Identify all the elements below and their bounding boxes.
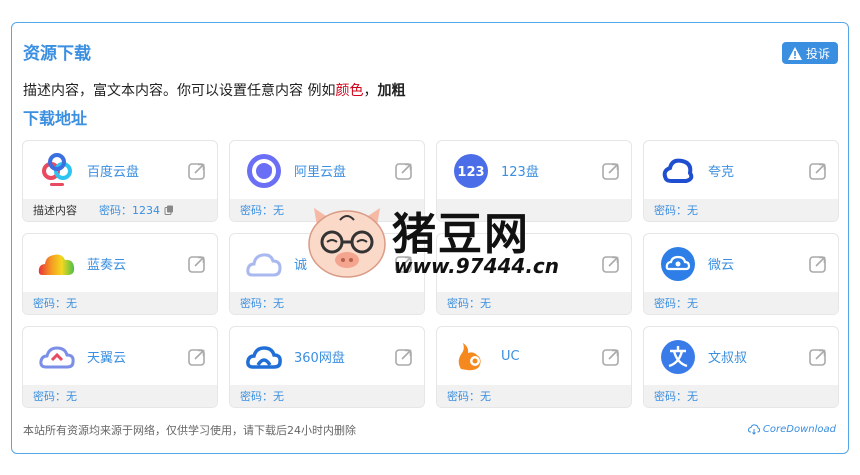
resource-download-panel: 资源下载 投诉 描述内容，富文本内容。你可以设置任意内容 例如颜色，加粗 下载地… bbox=[11, 22, 849, 454]
panel-title: 资源下载 bbox=[23, 44, 91, 64]
download-card-uc[interactable]: UC 密码：无 bbox=[436, 326, 632, 408]
card-name: 360网盘 bbox=[294, 351, 345, 366]
card-password: 密码：无 bbox=[240, 297, 284, 310]
baidu-netdisk-icon bbox=[37, 151, 77, 191]
report-button[interactable]: 投诉 bbox=[781, 42, 838, 64]
aliyun-drive-icon bbox=[244, 151, 284, 191]
download-card-123pan[interactable]: 123 123盘 bbox=[436, 140, 632, 222]
report-label: 投诉 bbox=[805, 46, 830, 61]
card-password: 密码：无 bbox=[654, 204, 698, 217]
copy-icon[interactable] bbox=[164, 205, 174, 215]
download-card-aliyun[interactable]: 阿里云盘 密码：无 bbox=[229, 140, 425, 222]
desc-prefix: 描述内容，富文本内容。你可以设置任意内容 例如 bbox=[23, 83, 336, 99]
card-name: 123盘 bbox=[501, 165, 539, 180]
uc-icon bbox=[451, 337, 491, 377]
card-password: 密码：无 bbox=[33, 390, 77, 403]
brand-label: CoreDownload bbox=[747, 424, 836, 435]
tianyi-cloud-icon bbox=[37, 337, 77, 377]
download-grid: 百度云盘 描述内容 密码：1234 阿里云盘 密码：无 123 123盘 夸克 … bbox=[22, 140, 839, 408]
card-password: 密码：无 bbox=[654, 297, 698, 310]
cloud-download-icon bbox=[747, 424, 760, 435]
card-name: 诚 bbox=[294, 258, 308, 273]
external-link-icon[interactable] bbox=[601, 254, 621, 274]
card-name: 微云 bbox=[708, 258, 735, 273]
card-note: 描述内容 bbox=[33, 204, 77, 217]
download-card-hidden[interactable]: 密码：无 bbox=[436, 233, 632, 315]
download-card-cloud[interactable]: 诚 密码：无 bbox=[229, 233, 425, 315]
card-password: 密码：无 bbox=[447, 297, 491, 310]
card-password: 密码：无 bbox=[447, 390, 491, 403]
desc-red-text: 颜色 bbox=[335, 83, 364, 99]
external-link-icon[interactable] bbox=[808, 254, 828, 274]
svg-text:123: 123 bbox=[457, 165, 484, 180]
external-link-icon[interactable] bbox=[187, 254, 207, 274]
123pan-icon: 123 bbox=[451, 151, 491, 191]
external-link-icon[interactable] bbox=[808, 347, 828, 367]
external-link-icon[interactable] bbox=[394, 161, 414, 181]
download-card-360[interactable]: 360网盘 密码：无 bbox=[229, 326, 425, 408]
weiyun-icon bbox=[658, 244, 698, 284]
card-name: 蓝奏云 bbox=[87, 258, 127, 273]
card-name: UC bbox=[501, 349, 520, 364]
external-link-icon[interactable] bbox=[601, 347, 621, 367]
external-link-icon[interactable] bbox=[601, 161, 621, 181]
external-link-icon[interactable] bbox=[808, 161, 828, 181]
card-password: 密码：1234 bbox=[99, 204, 160, 217]
download-card-baidu[interactable]: 百度云盘 描述内容 密码：1234 bbox=[22, 140, 218, 222]
external-link-icon[interactable] bbox=[187, 161, 207, 181]
card-password: 密码：无 bbox=[240, 390, 284, 403]
cloud-icon bbox=[451, 244, 491, 284]
external-link-icon[interactable] bbox=[394, 254, 414, 274]
desc-bold-text: 加粗 bbox=[377, 83, 406, 99]
download-card-lanzou[interactable]: 蓝奏云 密码：无 bbox=[22, 233, 218, 315]
disclaimer-text: 本站所有资源均来源于网络，仅供学习使用，请下载后24小时内删除 bbox=[23, 424, 356, 437]
external-link-icon[interactable] bbox=[187, 347, 207, 367]
card-password: 密码：无 bbox=[654, 390, 698, 403]
download-links-heading: 下载地址 bbox=[23, 109, 88, 128]
warning-icon bbox=[787, 46, 802, 60]
360-pan-icon bbox=[244, 337, 284, 377]
card-name: 百度云盘 bbox=[87, 165, 140, 180]
quark-icon bbox=[658, 151, 698, 191]
download-card-weiyun[interactable]: 微云 密码：无 bbox=[643, 233, 839, 315]
description-text: 描述内容，富文本内容。你可以设置任意内容 例如颜色，加粗 bbox=[23, 80, 405, 100]
card-name: 文叔叔 bbox=[708, 351, 748, 366]
download-card-tianyi[interactable]: 天翼云 密码：无 bbox=[22, 326, 218, 408]
card-password: 密码：无 bbox=[240, 204, 284, 217]
brand-text: CoreDownload bbox=[762, 424, 836, 435]
cloud-icon bbox=[244, 244, 284, 284]
desc-separator: ， bbox=[363, 83, 378, 99]
external-link-icon[interactable] bbox=[394, 347, 414, 367]
lanzou-icon bbox=[37, 244, 77, 284]
wenshushu-icon bbox=[658, 337, 698, 377]
card-name: 夸克 bbox=[708, 165, 735, 180]
download-card-quark[interactable]: 夸克 密码：无 bbox=[643, 140, 839, 222]
card-password: 密码：无 bbox=[33, 297, 77, 310]
card-name: 阿里云盘 bbox=[294, 165, 347, 180]
download-card-wenshushu[interactable]: 文叔叔 密码：无 bbox=[643, 326, 839, 408]
card-name: 天翼云 bbox=[87, 351, 127, 366]
